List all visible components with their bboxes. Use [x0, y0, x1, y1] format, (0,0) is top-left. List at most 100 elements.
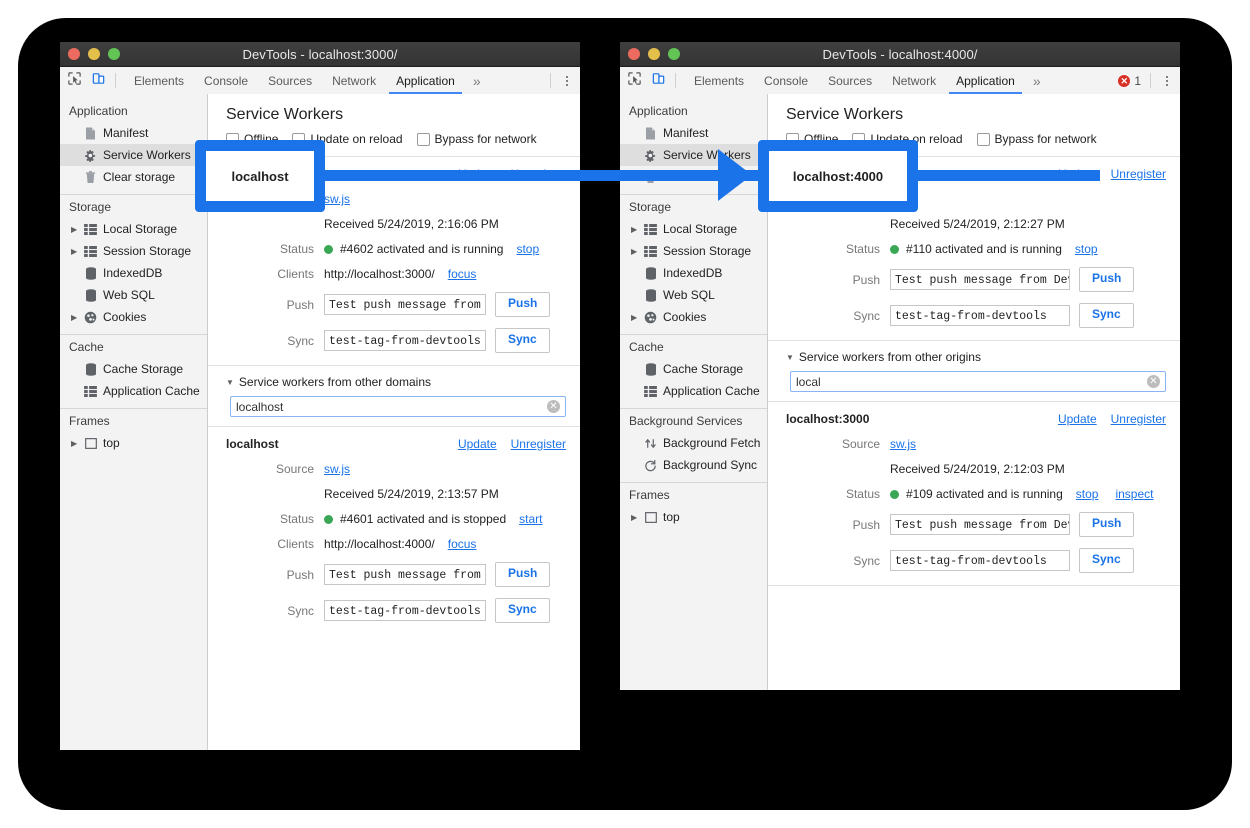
- device-toolbar-icon[interactable]: [91, 71, 106, 91]
- tab-application[interactable]: Application: [386, 67, 465, 94]
- inspect-element-icon[interactable]: [67, 71, 82, 91]
- sidebar-item-clear-storage[interactable]: Clear storage: [60, 166, 207, 188]
- tab-network[interactable]: Network: [322, 67, 386, 94]
- sidebar-item-manifest[interactable]: Manifest: [620, 122, 767, 144]
- sync-input[interactable]: test-tag-from-devtools: [890, 550, 1070, 571]
- push-button[interactable]: Push: [495, 292, 550, 317]
- more-tabs-icon[interactable]: »: [1025, 67, 1049, 94]
- other-domains-filter-input[interactable]: localhost ✕: [230, 396, 566, 417]
- sync-row: Sync test-tag-from-devtools Sync: [786, 303, 1166, 328]
- close-button[interactable]: [628, 48, 640, 60]
- maximize-button[interactable]: [108, 48, 120, 60]
- source-link[interactable]: sw.js: [324, 462, 350, 476]
- tab-application[interactable]: Application: [946, 67, 1025, 94]
- sync-input[interactable]: test-tag-from-devtools: [890, 305, 1070, 326]
- clear-icon[interactable]: ✕: [1147, 375, 1160, 388]
- sync-button[interactable]: Sync: [1079, 303, 1134, 328]
- device-toolbar-icon[interactable]: [651, 71, 666, 91]
- focus-link[interactable]: focus: [448, 537, 477, 551]
- sync-button[interactable]: Sync: [1079, 548, 1134, 573]
- sidebar-item-indexeddb[interactable]: IndexedDB: [620, 262, 767, 284]
- clear-icon[interactable]: ✕: [547, 400, 560, 413]
- chevron-right-icon[interactable]: ▶: [631, 513, 637, 522]
- source-link[interactable]: sw.js: [890, 437, 916, 451]
- sidebar-item-session-storage[interactable]: ▶Session Storage: [620, 240, 767, 262]
- sidebar-item-cache-storage[interactable]: Cache Storage: [60, 358, 207, 380]
- push-input[interactable]: Test push message from De: [324, 564, 486, 585]
- tab-sources[interactable]: Sources: [818, 67, 882, 94]
- sync-input[interactable]: test-tag-from-devtools: [324, 330, 486, 351]
- status-action-link[interactable]: stop: [1076, 487, 1099, 501]
- more-options-icon[interactable]: [560, 72, 574, 90]
- push-input[interactable]: Test push message from DevTo: [890, 269, 1070, 290]
- sidebar-item-application-cache[interactable]: Application Cache: [620, 380, 767, 402]
- more-tabs-icon[interactable]: »: [465, 67, 489, 94]
- sync-button[interactable]: Sync: [495, 328, 550, 353]
- update-link[interactable]: Update: [458, 437, 497, 451]
- push-input[interactable]: Test push message from DevTo: [890, 514, 1070, 535]
- sidebar-item-manifest[interactable]: Manifest: [60, 122, 207, 144]
- push-button[interactable]: Push: [1079, 512, 1134, 537]
- tab-elements[interactable]: Elements: [124, 67, 194, 94]
- chevron-right-icon[interactable]: ▶: [71, 247, 77, 256]
- other-origins-section-toggle[interactable]: ▼ Service workers from other origins: [768, 341, 1180, 371]
- page-title: Service Workers: [768, 94, 1180, 132]
- sidebar-item-top[interactable]: ▶top: [60, 432, 207, 454]
- window-controls-left[interactable]: [68, 42, 120, 66]
- status-action-link[interactable]: stop: [516, 242, 539, 256]
- clients-row: Clients http://localhost:4000/ focus: [226, 537, 566, 551]
- sidebar-item-application-cache[interactable]: Application Cache: [60, 380, 207, 402]
- other-origins-filter-input[interactable]: local ✕: [790, 371, 1166, 392]
- push-button[interactable]: Push: [495, 562, 550, 587]
- sidebar-item-cookies[interactable]: ▶Cookies: [620, 306, 767, 328]
- push-button[interactable]: Push: [1079, 267, 1134, 292]
- bypass-for-network-checkbox[interactable]: Bypass for network: [417, 132, 537, 146]
- unregister-link[interactable]: Unregister: [1111, 412, 1166, 426]
- sidebar-item-background-sync[interactable]: Background Sync: [620, 454, 767, 476]
- status-action-link[interactable]: stop: [1075, 242, 1098, 256]
- window-controls-right[interactable]: [628, 42, 680, 66]
- tab-sources[interactable]: Sources: [258, 67, 322, 94]
- sidebar-item-local-storage[interactable]: ▶Local Storage: [60, 218, 207, 240]
- chevron-right-icon[interactable]: ▶: [71, 439, 77, 448]
- chevron-right-icon[interactable]: ▶: [631, 313, 637, 322]
- sync-input[interactable]: test-tag-from-devtools: [324, 600, 486, 621]
- inspect-element-icon[interactable]: [627, 71, 642, 91]
- tab-elements[interactable]: Elements: [684, 67, 754, 94]
- sidebar-item-cache-storage[interactable]: Cache Storage: [620, 358, 767, 380]
- status-action-link[interactable]: start: [519, 512, 542, 526]
- sidebar-item-local-storage[interactable]: ▶Local Storage: [620, 218, 767, 240]
- tab-console[interactable]: Console: [754, 67, 818, 94]
- sidebar-item-top[interactable]: ▶top: [620, 506, 767, 528]
- unregister-link[interactable]: Unregister: [511, 437, 566, 451]
- chevron-right-icon[interactable]: ▶: [71, 225, 77, 234]
- minimize-button[interactable]: [648, 48, 660, 60]
- sidebar-item-web-sql[interactable]: Web SQL: [60, 284, 207, 306]
- source-link[interactable]: sw.js: [324, 192, 350, 206]
- chevron-right-icon[interactable]: ▶: [71, 313, 77, 322]
- error-badge[interactable]: ✕ 1: [1118, 74, 1141, 88]
- tab-console[interactable]: Console: [194, 67, 258, 94]
- sidebar-item-background-fetch[interactable]: Background Fetch: [620, 432, 767, 454]
- unregister-link[interactable]: Unregister: [1111, 167, 1166, 181]
- push-input[interactable]: Test push message from De: [324, 294, 486, 315]
- status-dot-icon: [890, 490, 899, 499]
- sidebar-item-service-workers[interactable]: Service Workers: [60, 144, 207, 166]
- sidebar-item-cookies[interactable]: ▶Cookies: [60, 306, 207, 328]
- close-button[interactable]: [68, 48, 80, 60]
- inspect-link[interactable]: inspect: [1115, 487, 1153, 501]
- other-domains-section-toggle[interactable]: ▼ Service workers from other domains: [208, 366, 580, 396]
- bypass-for-network-checkbox[interactable]: Bypass for network: [977, 132, 1097, 146]
- minimize-button[interactable]: [88, 48, 100, 60]
- sidebar-item-indexeddb[interactable]: IndexedDB: [60, 262, 207, 284]
- sync-button[interactable]: Sync: [495, 598, 550, 623]
- chevron-right-icon[interactable]: ▶: [631, 247, 637, 256]
- more-options-icon[interactable]: [1160, 72, 1174, 90]
- focus-link[interactable]: focus: [448, 267, 477, 281]
- chevron-right-icon[interactable]: ▶: [631, 225, 637, 234]
- maximize-button[interactable]: [668, 48, 680, 60]
- sidebar-item-web-sql[interactable]: Web SQL: [620, 284, 767, 306]
- update-link[interactable]: Update: [1058, 412, 1097, 426]
- sidebar-item-session-storage[interactable]: ▶Session Storage: [60, 240, 207, 262]
- tab-network[interactable]: Network: [882, 67, 946, 94]
